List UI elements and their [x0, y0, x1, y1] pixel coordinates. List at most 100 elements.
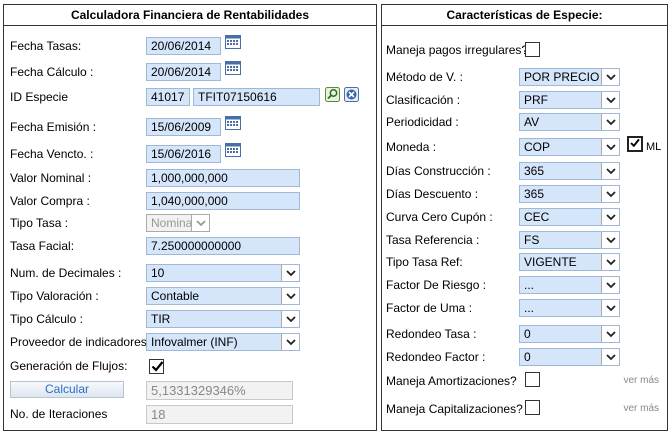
fecha-vencto-input[interactable]: 15/06/2016	[146, 145, 221, 163]
generacion-flujos-label: Generación de Flujos:	[10, 359, 128, 373]
moneda-select[interactable]: COP	[519, 138, 620, 156]
calculadora-panel: Calculadora Financiera de Rentabilidades…	[3, 4, 377, 431]
factor-uma-value: ...	[524, 301, 535, 315]
dias-descuento-select[interactable]: 365	[519, 185, 620, 203]
caracteristicas-panel: Características de Especie: Maneja pagos…	[381, 4, 668, 431]
clasificacion-select[interactable]: PRF	[519, 91, 620, 109]
tipo-calculo-select[interactable]: TIR	[146, 310, 300, 328]
valor-nominal-label: Valor Nominal :	[10, 171, 92, 185]
id-especie-code-input[interactable]: 41017	[146, 88, 190, 106]
row-tipo-calculo: Tipo Cálculo : TIR	[4, 309, 376, 331]
num-decimales-select[interactable]: 10	[146, 264, 300, 282]
fecha-tasas-input[interactable]: 20/06/2014	[146, 37, 221, 55]
factor-uma-label: Factor de Uma :	[386, 301, 473, 315]
generacion-flujos-checkbox[interactable]	[149, 359, 164, 374]
chevron-down-icon	[601, 163, 619, 179]
row-iteraciones: No. de Iteraciones 18	[4, 404, 376, 426]
row-tipo-valoracion: Tipo Valoración : Contable	[4, 286, 376, 308]
ml-checkbox[interactable]	[627, 136, 643, 152]
tasa-referencia-select[interactable]: FS	[519, 231, 620, 249]
dias-construccion-select[interactable]: 365	[519, 162, 620, 180]
capitalizaciones-ver-mas-link[interactable]: ver más	[623, 403, 659, 414]
redondeo-tasa-select[interactable]: 0	[519, 325, 620, 343]
valor-compra-input[interactable]: 1,040,000,000	[146, 192, 300, 210]
row-tipo-tasa-ref: Tipo Tasa Ref: VIGENTE	[382, 252, 667, 274]
redondeo-factor-value: 0	[524, 350, 531, 364]
factor-riesgo-select[interactable]: ...	[519, 276, 620, 294]
chevron-down-icon	[601, 232, 619, 248]
proveedor-select[interactable]: Infovalmer (INF)	[146, 333, 300, 351]
checkmark-icon	[151, 361, 164, 372]
iteraciones-label: No. de Iteraciones	[10, 407, 108, 421]
chevron-down-icon	[601, 139, 619, 155]
pagos-irregulares-label: Maneja pagos irregulares?	[386, 43, 529, 57]
row-tasa-facial: Tasa Facial: 7.250000000000	[4, 236, 376, 258]
tipo-valoracion-select[interactable]: Contable	[146, 287, 300, 305]
calendar-icon[interactable]	[225, 142, 241, 157]
calendar-icon[interactable]	[225, 115, 241, 130]
metodo-select[interactable]: POR PRECIO Y	[519, 68, 620, 86]
valor-nominal-input[interactable]: 1,000,000,000	[146, 169, 300, 187]
chevron-down-icon	[601, 277, 619, 293]
row-fecha-emision: Fecha Emisión : 15/06/2009	[4, 115, 376, 139]
search-icon[interactable]	[325, 87, 340, 102]
curva-label: Curva Cero Cupón :	[386, 210, 493, 224]
chevron-down-icon	[601, 92, 619, 108]
id-especie-input[interactable]: TFIT07150616	[193, 88, 320, 106]
row-valor-nominal: Valor Nominal : 1,000,000,000	[4, 168, 376, 190]
row-redondeo-tasa: Redondeo Tasa : 0	[382, 324, 667, 346]
factor-riesgo-label: Factor De Riesgo :	[386, 278, 487, 292]
redondeo-tasa-value: 0	[524, 327, 531, 341]
pagos-irregulares-checkbox[interactable]	[525, 42, 540, 57]
proveedor-value: Infovalmer (INF)	[151, 335, 238, 349]
factor-uma-select[interactable]: ...	[519, 299, 620, 317]
capitalizaciones-checkbox[interactable]	[525, 400, 540, 415]
chevron-down-icon	[601, 254, 619, 270]
chevron-down-icon	[601, 349, 619, 365]
periodicidad-label: Periodicidad :	[386, 115, 459, 129]
row-dias-construccion: Días Construcción : 365	[382, 161, 667, 183]
row-factor-riesgo: Factor De Riesgo : ...	[382, 275, 667, 297]
calendar-icon[interactable]	[225, 34, 241, 49]
fecha-emision-input[interactable]: 15/06/2009	[146, 118, 221, 136]
dias-descuento-value: 365	[524, 187, 545, 201]
fecha-calculo-input[interactable]: 20/06/2014	[146, 63, 221, 81]
redondeo-tasa-label: Redondeo Tasa :	[386, 327, 477, 341]
row-generacion-flujos: Generación de Flujos:	[4, 356, 376, 378]
dias-construccion-value: 365	[524, 164, 545, 178]
clasificacion-value: PRF	[524, 93, 548, 107]
chevron-down-icon	[281, 334, 299, 350]
id-especie-label: ID Especie	[10, 90, 69, 104]
caracteristicas-title: Características de Especie:	[382, 5, 667, 26]
redondeo-factor-label: Redondeo Factor :	[386, 350, 486, 364]
periodicidad-select[interactable]: AV	[519, 113, 620, 131]
clasificacion-label: Clasificación :	[386, 93, 461, 107]
metodo-label: Método de V. :	[386, 70, 463, 84]
tipo-tasa-ref-select[interactable]: VIGENTE	[519, 253, 620, 271]
tipo-valoracion-label: Tipo Valoración :	[10, 289, 99, 303]
redondeo-factor-select[interactable]: 0	[519, 348, 620, 366]
clear-icon[interactable]	[344, 87, 359, 102]
tasa-referencia-value: FS	[524, 233, 540, 247]
amortizaciones-ver-mas-link[interactable]: ver más	[623, 375, 659, 386]
curva-select[interactable]: CEC	[519, 208, 620, 226]
tipo-tasa-select[interactable]: Nominal	[146, 214, 210, 232]
chevron-down-icon	[601, 300, 619, 316]
tipo-tasa-ref-value: VIGENTE	[524, 255, 577, 269]
moneda-label: Moneda :	[386, 140, 437, 154]
tasa-facial-input[interactable]: 7.250000000000	[146, 237, 300, 255]
row-curva: Curva Cero Cupón : CEC	[382, 207, 667, 229]
row-proveedor: Proveedor de indicadores : Infovalmer (I…	[4, 332, 376, 354]
calcular-button[interactable]: Calcular	[10, 381, 124, 398]
fecha-calculo-label: Fecha Cálculo :	[10, 65, 94, 79]
row-redondeo-factor: Redondeo Factor : 0	[382, 347, 667, 369]
factor-riesgo-value: ...	[524, 278, 535, 292]
row-id-especie: ID Especie 41017 TFIT07150616	[4, 87, 376, 109]
tasa-referencia-label: Tasa Referencia :	[386, 233, 480, 247]
amortizaciones-checkbox[interactable]	[525, 372, 540, 387]
resultado-output: 5,1331329346%	[146, 381, 293, 400]
row-fecha-calculo: Fecha Cálculo : 20/06/2014	[4, 60, 376, 84]
calendar-icon[interactable]	[225, 60, 241, 75]
tipo-tasa-value: Nominal	[151, 216, 196, 230]
proveedor-label: Proveedor de indicadores :	[10, 335, 154, 349]
